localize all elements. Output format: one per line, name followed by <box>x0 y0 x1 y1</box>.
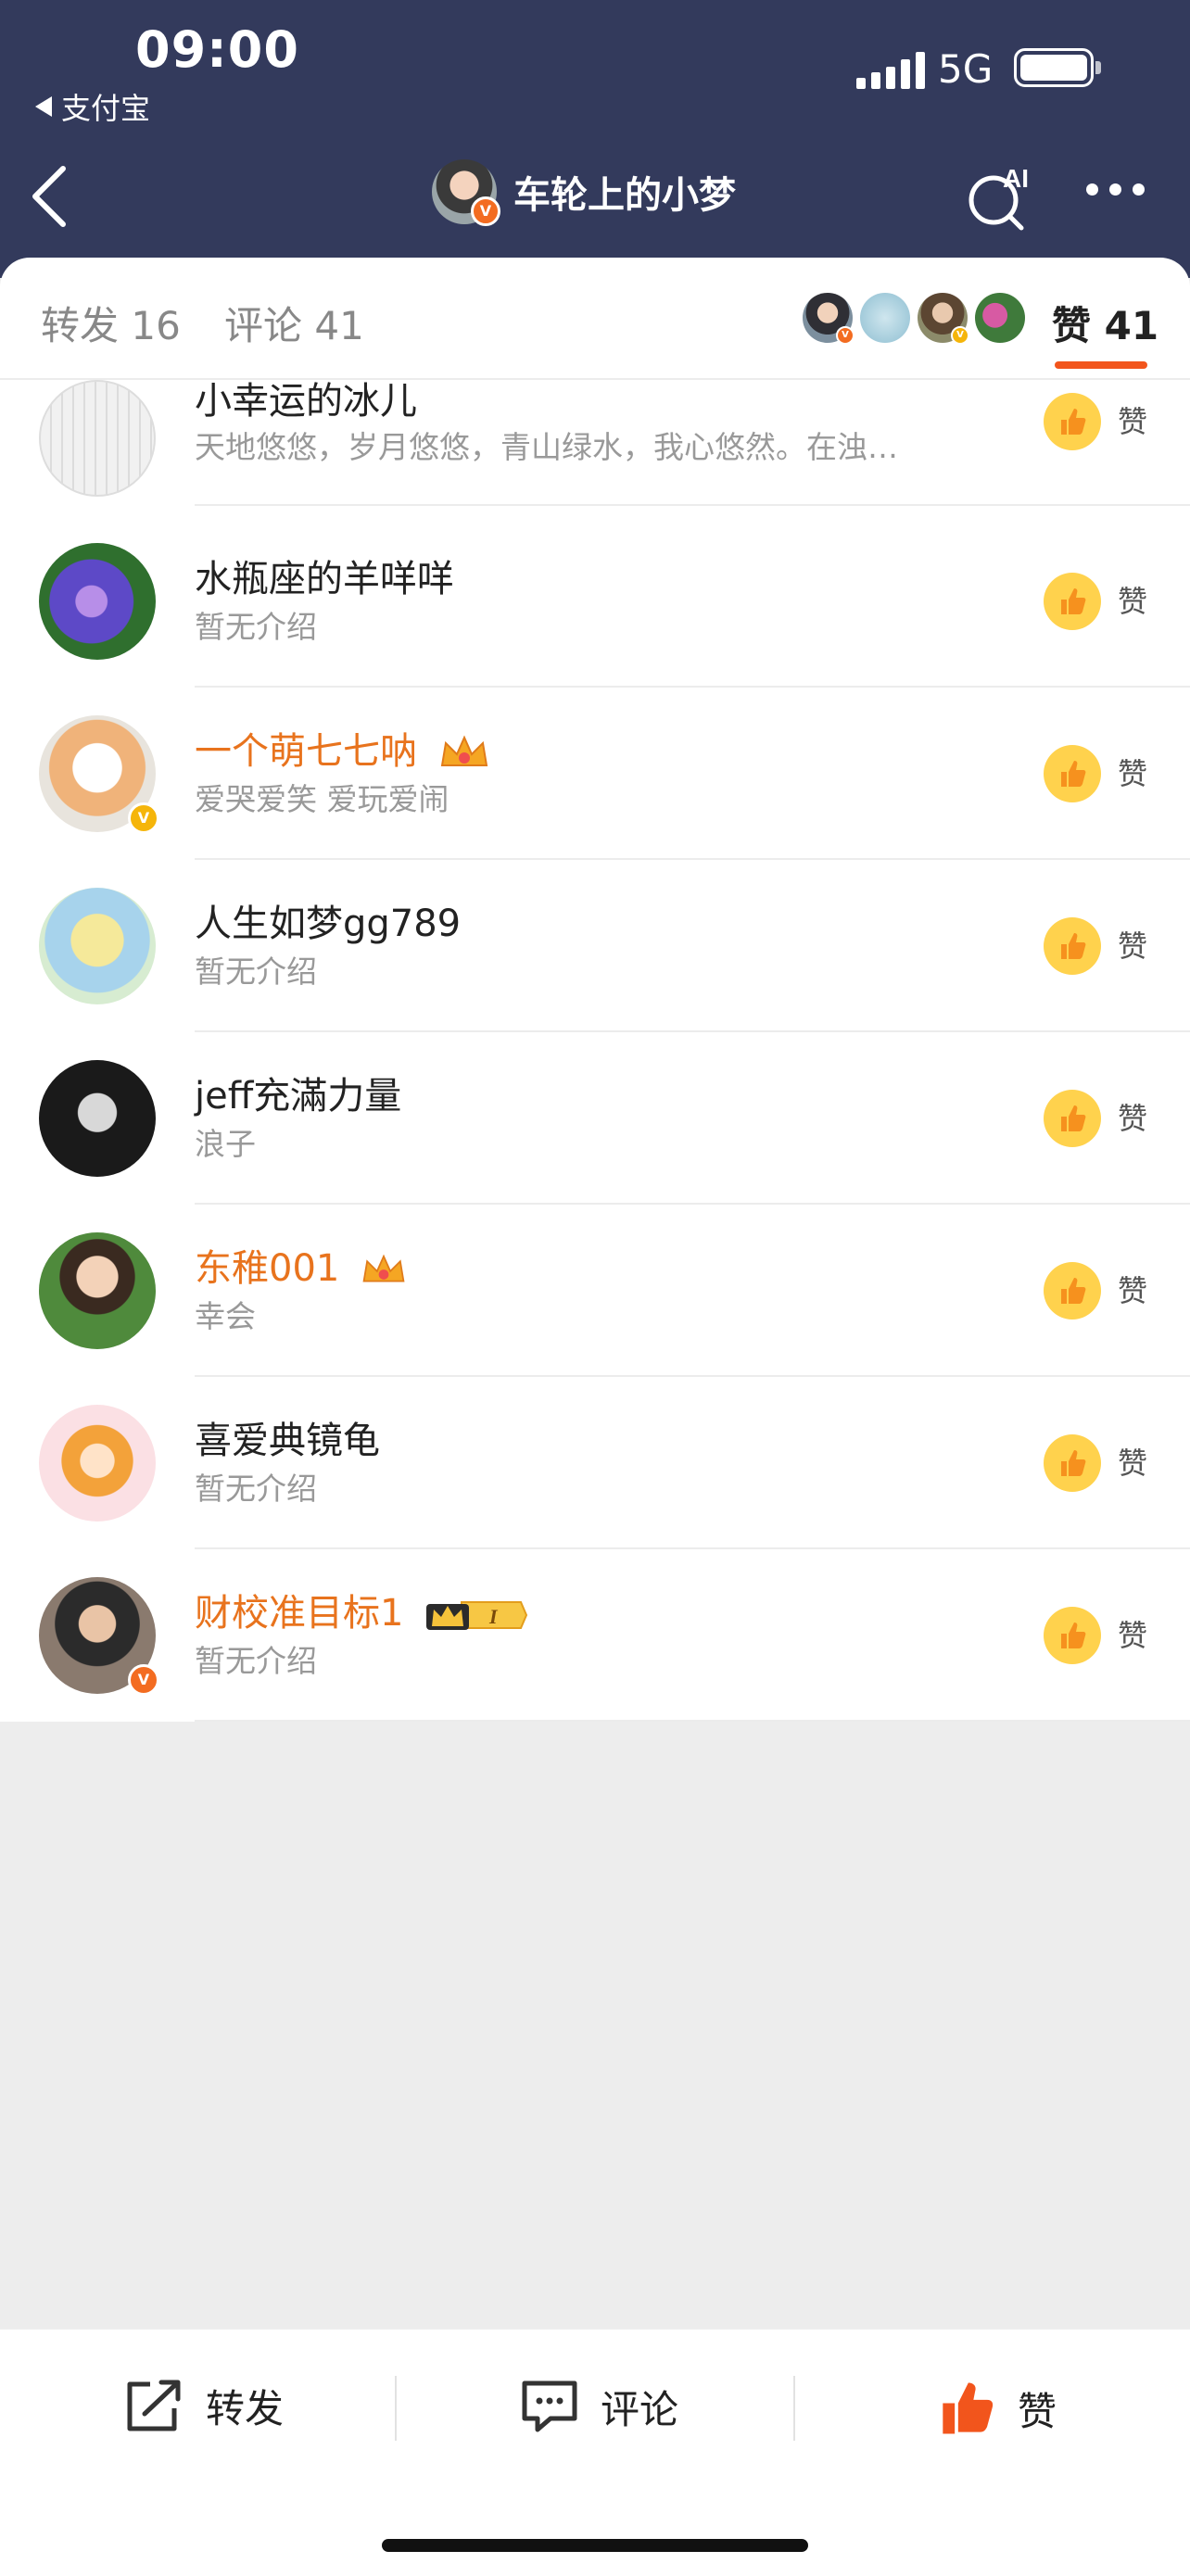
list-item[interactable]: 人生如梦gg789 暂无介绍 赞 <box>0 860 1190 1032</box>
liker-desc: 暂无介绍 <box>195 953 317 990</box>
crown-icon <box>362 1254 405 1282</box>
liker-desc: 暂无介绍 <box>195 1471 317 1507</box>
liker-desc: 浪子 <box>195 1126 256 1162</box>
battery-tip <box>1095 61 1101 74</box>
share-icon <box>127 2380 181 2431</box>
liker-avatar-stack[interactable]: V V <box>803 293 1025 345</box>
more-icon[interactable] <box>1086 183 1145 196</box>
status-back-link[interactable]: 支付宝 <box>35 85 150 128</box>
liker-desc: 幸会 <box>195 1298 256 1334</box>
thumb-up-icon[interactable] <box>1044 917 1101 975</box>
avatar <box>39 1405 156 1522</box>
home-indicator <box>382 2539 808 2552</box>
verified-badge-icon: V <box>836 326 855 345</box>
tab-repost[interactable]: 转发 16 <box>41 295 181 351</box>
ai-search-icon[interactable]: AI <box>962 159 1036 234</box>
verified-badge-icon: V <box>951 326 969 345</box>
tab-like-underline <box>1055 361 1147 369</box>
liker-name: 财校准目标1 I <box>195 1583 528 1636</box>
liker-name: 水瓶座的羊咩咩 <box>195 558 454 600</box>
battery-icon <box>1014 48 1094 87</box>
liker-name-text: 东稚001 <box>195 1247 340 1290</box>
like-label: 赞 <box>1118 404 1148 439</box>
list-item[interactable]: jeff充滿力量 浪子 赞 <box>0 1032 1190 1205</box>
back-triangle-icon <box>35 96 52 117</box>
liker-name: 一个萌七七呐 <box>195 721 490 775</box>
crown-icon: I <box>426 1601 528 1630</box>
like-button[interactable]: 赞 <box>936 2378 1057 2439</box>
like-label: 赞 <box>1118 1446 1148 1481</box>
repost-button[interactable]: 转发 <box>122 2378 284 2434</box>
network-label: 5G <box>938 46 994 92</box>
avatar <box>975 293 1025 343</box>
avatar: V <box>39 715 159 834</box>
comment-icon <box>522 2380 577 2432</box>
svg-text:AI: AI <box>1003 164 1029 193</box>
like-label: 赞 <box>1118 584 1148 619</box>
liker-desc: 暂无介绍 <box>195 1643 317 1679</box>
avatar <box>39 1232 156 1349</box>
liker-desc: 爱哭爱笑 爱玩爱闹 <box>195 781 449 817</box>
like-label: 赞 <box>1118 1101 1148 1136</box>
tab-like[interactable]: 赞 41 <box>1052 295 1158 351</box>
liker-desc: 天地悠悠，岁月悠悠，青山绿水，我心悠然。在浊… <box>195 429 898 465</box>
divider <box>793 2376 795 2441</box>
liker-name: jeff充滿力量 <box>195 1075 402 1118</box>
like-label: 赞 <box>1118 756 1148 791</box>
verified-badge-icon: V <box>128 1664 159 1696</box>
chevron-left-icon[interactable] <box>28 163 72 230</box>
liker-desc: 暂无介绍 <box>195 609 317 645</box>
thumb-up-icon[interactable] <box>1044 1607 1101 1664</box>
thumb-up-icon[interactable] <box>1044 745 1101 802</box>
avatar <box>39 543 156 660</box>
verified-badge-icon: V <box>128 802 159 834</box>
list-item[interactable]: V 一个萌七七呐 爱哭爱笑 爱玩爱闹 赞 <box>0 688 1190 860</box>
avatar <box>39 380 156 497</box>
list-item[interactable]: 东稚001 幸会 赞 <box>0 1205 1190 1377</box>
like-label: 赞 <box>1118 1273 1148 1308</box>
liker-name: 人生如梦gg789 <box>195 903 462 945</box>
level-badge-text: I <box>488 1605 499 1628</box>
list-item[interactable]: 水瓶座的羊咩咩 暂无介绍 赞 <box>0 515 1190 688</box>
nav-title[interactable]: V 车轮上的小梦 <box>432 159 736 226</box>
like-label: 赞 <box>1118 928 1148 964</box>
thumb-up-icon[interactable] <box>1044 1262 1101 1320</box>
liker-name-text: 一个萌七七呐 <box>195 730 417 773</box>
page-title: 车轮上的小梦 <box>513 174 736 217</box>
list-item[interactable]: V 财校准目标1 I 暂无介绍 赞 <box>0 1549 1190 1722</box>
liker-name: 小幸运的冰儿 <box>195 380 417 423</box>
thumb-up-icon <box>943 2382 994 2434</box>
thumb-up-icon[interactable] <box>1044 393 1101 450</box>
avatar: V <box>39 1577 159 1696</box>
status-time: 09:00 <box>135 20 299 79</box>
avatar: V <box>918 293 969 345</box>
divider <box>395 2376 397 2441</box>
status-back-label: 支付宝 <box>61 91 151 126</box>
author-avatar: V <box>432 159 500 226</box>
row-divider <box>195 1720 1190 1722</box>
crown-icon <box>440 735 487 766</box>
like-label: 赞 <box>1018 2388 1057 2434</box>
list-item[interactable]: 喜爱典镜龟 暂无介绍 赞 <box>0 1377 1190 1549</box>
avatar: V <box>803 293 855 345</box>
signal-icon <box>856 48 925 89</box>
thumb-up-icon[interactable] <box>1044 1090 1101 1147</box>
repost-label: 转发 <box>206 2386 285 2431</box>
liker-name-text: 财校准目标1 <box>195 1592 404 1635</box>
avatar <box>39 1060 156 1177</box>
thumb-up-icon[interactable] <box>1044 573 1101 630</box>
tab-comment[interactable]: 评论 41 <box>224 295 364 351</box>
avatar <box>39 888 156 1004</box>
liker-name: 喜爱典镜龟 <box>195 1420 380 1462</box>
row-divider <box>195 504 1190 506</box>
avatar <box>860 293 910 343</box>
verified-badge-icon: V <box>471 196 500 226</box>
thumb-up-icon[interactable] <box>1044 1434 1101 1492</box>
comment-label: 评论 <box>601 2386 679 2432</box>
like-label: 赞 <box>1118 1618 1148 1653</box>
liker-name: 东稚001 <box>195 1238 407 1292</box>
comment-button[interactable]: 评论 <box>519 2378 678 2435</box>
